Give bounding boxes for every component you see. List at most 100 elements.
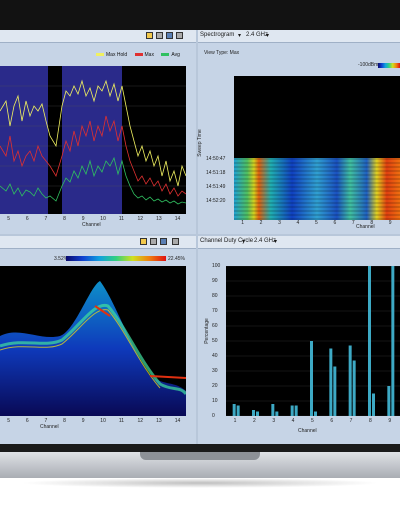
x-tick: 8 xyxy=(63,418,66,424)
spectrum-plot xyxy=(0,66,186,214)
chevron-down-icon[interactable]: ▾ xyxy=(242,238,245,245)
density-panel: 3.52% 22.45% 5 6 7 8 9 10 11 12 13 14 Channel xyxy=(0,236,196,444)
x-tick: 1 xyxy=(233,418,237,424)
x-tick: 8 xyxy=(63,216,66,222)
x-tick: 1 xyxy=(241,220,244,226)
density-toolbar xyxy=(0,236,196,249)
density-x-label: Channel xyxy=(40,424,59,430)
legend-max: Max xyxy=(144,52,154,58)
duty-bar xyxy=(252,410,255,416)
x-tick: 10 xyxy=(100,216,106,222)
x-tick: 7 xyxy=(349,418,353,424)
x-tick: 2 xyxy=(253,418,256,424)
duty-bar xyxy=(310,341,313,416)
duty-bar xyxy=(256,411,259,416)
density-colorbar xyxy=(66,256,166,261)
y-tick: 20 xyxy=(212,383,218,389)
laptop-shadow xyxy=(20,478,380,488)
x-tick: 14 xyxy=(174,216,181,222)
chevron-down-icon[interactable]: ▾ xyxy=(266,32,269,39)
y-tick: 100 xyxy=(212,263,221,269)
y-tick: 80 xyxy=(212,293,218,299)
duty-panel: Channel Duty Cycle ▾ 2.4 GHz ▾ Percentag… xyxy=(198,236,400,444)
duty-y-label: Percentage xyxy=(203,318,210,344)
print-icon[interactable] xyxy=(172,238,179,245)
folder-icon[interactable] xyxy=(146,32,153,39)
waterfall-data xyxy=(234,158,400,220)
colorbar-label: -100dBm xyxy=(358,62,379,68)
screen: Max Hold Max Avg 5 6 7 8 9 10 11 12 13 14 Channel xyxy=(0,30,400,444)
duty-bar xyxy=(294,405,298,416)
x-tick: 5 xyxy=(7,216,11,222)
x-tick: 4 xyxy=(296,220,300,226)
x-tick: 11 xyxy=(118,418,125,424)
x-tick: 13 xyxy=(156,216,162,222)
x-tick: 6 xyxy=(25,418,29,424)
sweep-time-label: Sweep Time xyxy=(196,129,203,157)
colorbar-max: 22.45% xyxy=(168,256,185,262)
y-tick: 60 xyxy=(212,323,218,329)
spectrum-legend: Max Hold Max Avg xyxy=(96,52,180,58)
x-tick: 5 xyxy=(315,220,318,226)
x-tick: 6 xyxy=(25,216,29,222)
save-icon[interactable] xyxy=(150,238,157,245)
zoom-icon[interactable] xyxy=(166,32,173,39)
x-tick: 12 xyxy=(137,418,144,424)
folder-icon[interactable] xyxy=(140,238,147,245)
spectrogram-colorbar xyxy=(378,63,400,68)
duty-toolbar: Channel Duty Cycle ▾ 2.4 GHz ▾ xyxy=(198,236,400,249)
x-tick: 9 xyxy=(81,418,85,424)
duty-bar xyxy=(232,404,236,416)
band-dropdown[interactable]: 2.4 GHz xyxy=(246,32,268,38)
duty-bar xyxy=(333,366,337,416)
legend-max-hold: Max Hold xyxy=(106,52,128,58)
print-icon[interactable] xyxy=(176,32,183,39)
zoom-icon[interactable] xyxy=(160,238,167,245)
y-tick: 90 xyxy=(212,278,218,284)
x-tick: 9 xyxy=(388,220,392,226)
spectrum-x-label: Channel xyxy=(82,222,101,228)
x-tick: 6 xyxy=(333,220,337,226)
y-tick: 50 xyxy=(212,338,218,344)
x-tick: 9 xyxy=(388,418,392,424)
y-tick: 70 xyxy=(212,308,218,314)
x-tick: 13 xyxy=(156,418,162,424)
chevron-down-icon[interactable]: ▾ xyxy=(238,32,241,39)
time-tick: 14:51:18 xyxy=(206,170,226,176)
y-tick: 30 xyxy=(212,368,218,374)
duty-bar xyxy=(314,411,317,416)
view-dropdown[interactable]: Channel Duty Cycle xyxy=(200,238,253,244)
duty-bar xyxy=(348,345,352,416)
time-tick: 14:51:49 xyxy=(206,184,226,190)
chevron-down-icon[interactable]: ▾ xyxy=(274,238,277,245)
duty-bar xyxy=(391,266,395,416)
x-tick: 7 xyxy=(351,220,355,226)
band-dropdown[interactable]: 2.4 GHz xyxy=(254,238,276,244)
x-tick: 5 xyxy=(7,418,11,424)
duty-x-label: Channel xyxy=(298,428,317,434)
y-tick: 40 xyxy=(212,353,218,359)
laptop-notch xyxy=(140,452,260,460)
x-tick: 7 xyxy=(44,216,48,222)
x-tick: 11 xyxy=(118,216,125,222)
bezel xyxy=(0,0,400,30)
spectrogram-x-label: Channel xyxy=(356,224,375,230)
duty-bar xyxy=(271,404,275,416)
save-icon[interactable] xyxy=(156,32,163,39)
duty-bar xyxy=(372,393,375,416)
x-tick: 6 xyxy=(330,418,334,424)
spectrogram-panel: Spectrogram ▾ 2.4 GHz ▾ View Type: Max -… xyxy=(146,30,400,234)
duty-bar xyxy=(368,266,371,416)
view-type-label: View Type: Max xyxy=(204,50,240,56)
x-tick: 14 xyxy=(174,418,181,424)
view-dropdown[interactable]: Spectrogram xyxy=(200,32,234,38)
duty-bar xyxy=(329,348,333,416)
x-tick: 3 xyxy=(272,418,276,424)
y-tick: 0 xyxy=(212,413,215,419)
x-tick: 3 xyxy=(278,220,281,226)
duty-bar xyxy=(352,360,356,416)
legend-avg: Avg xyxy=(171,52,180,58)
time-tick: 14:50:47 xyxy=(206,156,226,162)
x-tick: 10 xyxy=(100,418,106,424)
x-tick: 12 xyxy=(137,216,144,222)
